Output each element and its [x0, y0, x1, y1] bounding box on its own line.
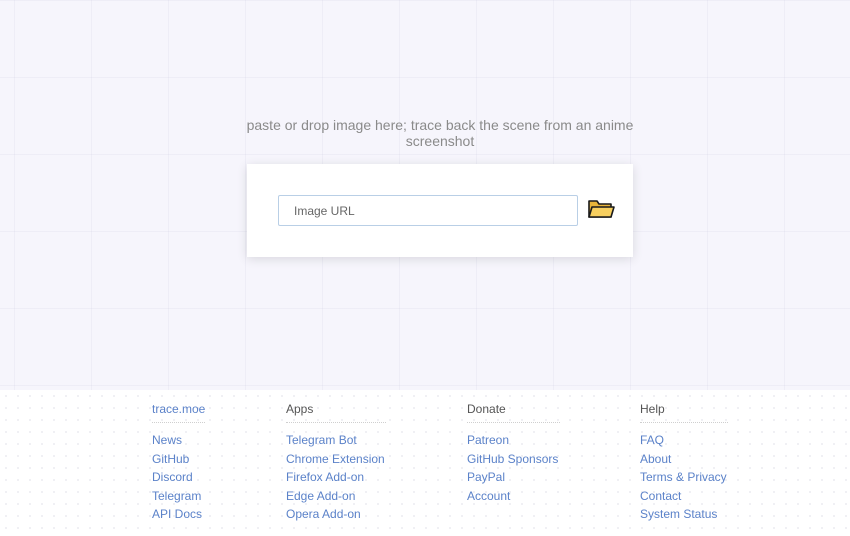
footer-column-help: Help FAQ About Terms & Privacy Contact S… [640, 402, 728, 524]
footer-link-github[interactable]: GitHub [152, 450, 205, 469]
footer-title-trace-moe[interactable]: trace.moe [152, 402, 206, 423]
footer-link-terms-privacy[interactable]: Terms & Privacy [640, 468, 728, 487]
footer-column-trace-moe: trace.moe News GitHub Discord Telegram A… [152, 402, 206, 524]
footer-link-account[interactable]: Account [467, 487, 560, 506]
footer-title-donate: Donate [467, 402, 560, 423]
folder-icon[interactable] [587, 197, 615, 221]
footer-link-github-sponsors[interactable]: GitHub Sponsors [467, 450, 560, 469]
footer-title-apps: Apps [286, 402, 386, 423]
footer-link-faq[interactable]: FAQ [640, 431, 728, 450]
drop-hint-text: paste or drop image here; trace back the… [246, 117, 634, 149]
footer-title-help: Help [640, 402, 728, 423]
footer-link-opera-addon[interactable]: Opera Add-on [286, 505, 386, 524]
footer-link-discord[interactable]: Discord [152, 468, 205, 487]
footer-link-system-status[interactable]: System Status [640, 505, 728, 524]
hero-section: paste or drop image here; trace back the… [0, 0, 850, 390]
footer-column-donate: Donate Patreon GitHub Sponsors PayPal Ac… [467, 402, 560, 505]
footer-link-news[interactable]: News [152, 431, 205, 450]
footer-link-telegram-bot[interactable]: Telegram Bot [286, 431, 386, 450]
footer-link-contact[interactable]: Contact [640, 487, 728, 506]
footer: trace.moe News GitHub Discord Telegram A… [0, 390, 850, 536]
footer-link-patreon[interactable]: Patreon [467, 431, 560, 450]
footer-link-paypal[interactable]: PayPal [467, 468, 560, 487]
footer-column-apps: Apps Telegram Bot Chrome Extension Firef… [286, 402, 386, 524]
search-card [247, 164, 633, 257]
footer-link-edge-addon[interactable]: Edge Add-on [286, 487, 386, 506]
footer-link-telegram[interactable]: Telegram [152, 487, 205, 506]
footer-link-chrome-extension[interactable]: Chrome Extension [286, 450, 386, 469]
image-url-input[interactable] [278, 195, 578, 226]
footer-link-api-docs[interactable]: API Docs [152, 505, 205, 524]
footer-link-firefox-addon[interactable]: Firefox Add-on [286, 468, 386, 487]
footer-link-about[interactable]: About [640, 450, 728, 469]
